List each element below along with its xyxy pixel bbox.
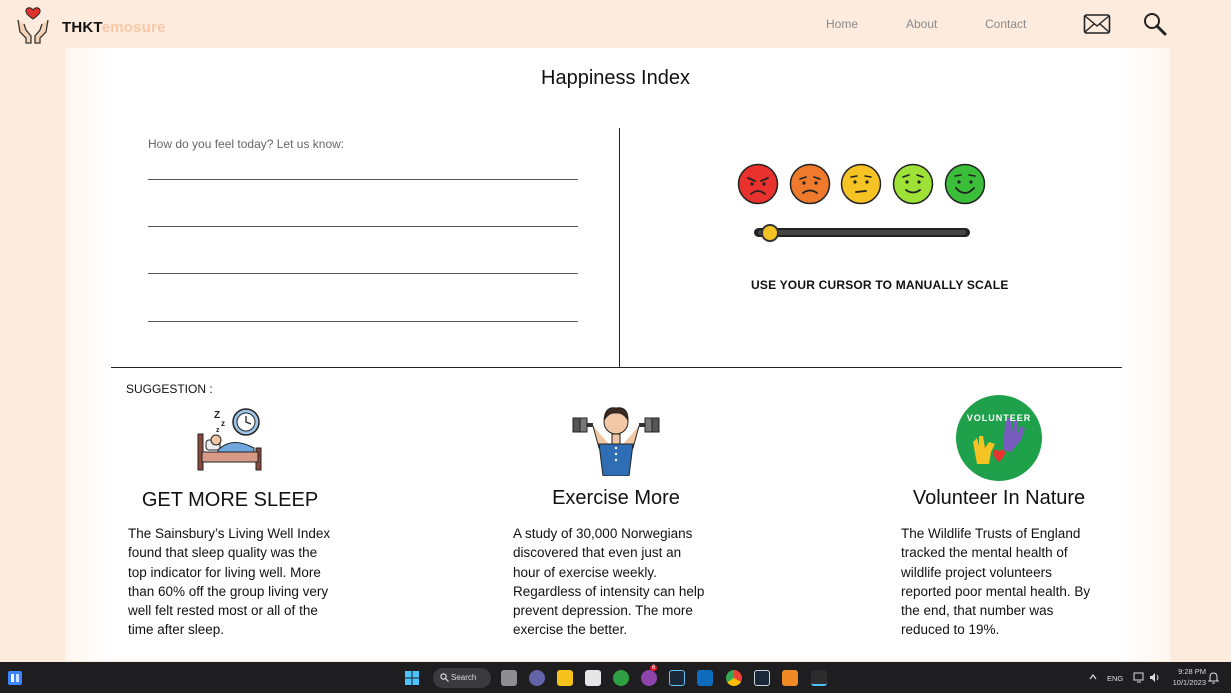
text-line: hour of exercise weekly. — [513, 564, 657, 580]
vertical-divider — [619, 128, 620, 368]
feel-input-line-1[interactable] — [148, 179, 578, 180]
steam-icon[interactable] — [669, 670, 685, 686]
exercise-title: Exercise More — [552, 487, 680, 509]
chrome-icon[interactable] — [726, 670, 742, 686]
hands-heart-logo-icon[interactable] — [14, 6, 52, 44]
file-explorer-icon[interactable] — [557, 670, 573, 686]
volunteer-text: The Wildlife Trusts of England tracked t… — [901, 524, 1090, 640]
happy-face-icon[interactable] — [944, 163, 986, 205]
text-line: found that sleep quality was the — [128, 545, 318, 561]
orange-app-icon[interactable] — [782, 670, 798, 686]
volume-icon[interactable] — [1149, 672, 1160, 683]
text-line: prevent depression. The more — [513, 603, 693, 619]
suggestion-label: SUGGESTION : — [126, 382, 213, 396]
content-face-icon[interactable] — [892, 163, 934, 205]
exercise-icon — [572, 407, 660, 476]
notification-bell-icon[interactable] — [1208, 672, 1219, 684]
nav-contact[interactable]: Contact — [985, 17, 1026, 31]
angry-face-icon[interactable] — [737, 163, 779, 205]
taskbar-search-icon — [440, 673, 449, 682]
text-line: time after sleep. — [128, 622, 225, 638]
search-icon[interactable] — [1143, 12, 1167, 36]
text-line: exercise the better. — [513, 622, 628, 638]
task-view-icon[interactable] — [501, 670, 517, 686]
text-line: tracked the mental health of — [901, 545, 1068, 561]
volunteer-title: Volunteer In Nature — [912, 487, 1086, 509]
nav-about[interactable]: About — [906, 17, 937, 31]
page-title: Happiness Index — [541, 67, 690, 89]
sleep-title: GET MORE SLEEP — [141, 489, 319, 511]
svg-text:Z: Z — [214, 410, 220, 421]
steam-2-icon[interactable] — [754, 670, 770, 686]
clock-time[interactable]: 9:28 PM — [1172, 667, 1206, 676]
text-line: Regardless of intensity can help — [513, 583, 705, 599]
language-indicator[interactable]: ENG — [1107, 674, 1123, 683]
messenger-icon[interactable]: 6 — [641, 665, 658, 686]
mail-icon[interactable] — [1083, 12, 1111, 36]
text-line: the end, that number was — [901, 603, 1054, 619]
taskbar: Search 6 ENG 9:28 PM 10/1/2023 — [0, 662, 1231, 693]
brand-part2: emosure — [101, 19, 166, 36]
feel-input-line-4[interactable] — [148, 321, 578, 322]
feel-input-line-2[interactable] — [148, 226, 578, 227]
header: THKTemosure Home About Contact — [0, 0, 1231, 48]
brand-name[interactable]: THKTemosure — [62, 19, 166, 36]
text-line: well felt rested most or all of the — [128, 603, 318, 619]
figma-icon[interactable] — [811, 670, 827, 686]
xbox-icon[interactable] — [613, 670, 629, 686]
text-line: reported poor mental health. By — [901, 583, 1091, 599]
taskbar-search[interactable]: Search — [433, 668, 491, 688]
text-line: wildlife project volunteers — [901, 564, 1052, 580]
feel-prompt: How do you feel today? Let us know: — [148, 137, 345, 151]
sad-face-icon[interactable] — [789, 163, 831, 205]
feel-input-line-3[interactable] — [148, 273, 578, 274]
volunteer-badge-text: VOLUNTEER — [967, 413, 1032, 423]
neutral-face-icon[interactable] — [840, 163, 882, 205]
text-line: The Sainsbury’s Living Well Index — [128, 526, 331, 541]
mood-slider-groove — [758, 230, 966, 235]
microsoft-store-icon[interactable] — [585, 670, 601, 686]
teams-chat-icon[interactable] — [529, 670, 545, 686]
windows-start-icon[interactable] — [404, 670, 420, 686]
svg-text:z: z — [221, 419, 225, 428]
text-line: A study of 30,000 Norwegians — [513, 526, 693, 541]
mood-slider-track[interactable] — [754, 228, 970, 237]
exercise-text: A study of 30,000 Norwegians discovered … — [513, 524, 704, 640]
scale-instruction: USE YOUR CURSOR TO MANUALLY SCALE — [751, 278, 1009, 292]
brand-part1: THKT — [62, 19, 102, 36]
horizontal-divider — [111, 367, 1122, 368]
text-line: The Wildlife Trusts of England — [901, 526, 1081, 541]
volunteer-icon: VOLUNTEER — [956, 395, 1042, 481]
text-line: top indicator for living well. More — [128, 564, 321, 580]
network-icon[interactable] — [1133, 672, 1145, 683]
sleep-text: The Sainsbury’s Living Well Index found … — [128, 524, 330, 640]
text-line: discovered that even just an — [513, 545, 682, 561]
outlook-icon[interactable] — [697, 670, 713, 686]
clock-date[interactable]: 10/1/2023 — [1166, 678, 1206, 687]
nav-home[interactable]: Home — [826, 17, 858, 31]
notification-badge: 6 — [650, 665, 658, 671]
svg-text:z: z — [216, 427, 220, 434]
taskbar-search-label: Search — [451, 673, 477, 682]
widgets-icon[interactable] — [7, 670, 23, 686]
text-line: than 60% off the group living very — [128, 583, 329, 599]
chevron-up-icon[interactable] — [1089, 674, 1097, 680]
text-line: reduced to 19%. — [901, 622, 1000, 638]
sleep-icon: Z z z — [197, 408, 262, 471]
